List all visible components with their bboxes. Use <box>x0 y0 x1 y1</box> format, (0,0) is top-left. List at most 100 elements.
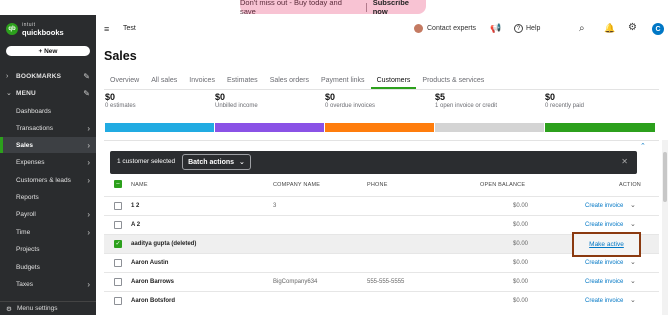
scrollbar-thumb[interactable] <box>663 152 667 202</box>
chevron-down-icon: ⌄ <box>239 159 245 166</box>
customer-name[interactable]: Aaron Barrows <box>131 279 174 285</box>
money-segment-unbilled[interactable] <box>215 123 324 132</box>
chevron-down-icon[interactable]: ⌄ <box>630 296 636 304</box>
tab-estimates[interactable]: Estimates <box>221 75 264 89</box>
sidebar-item-budgets[interactable]: Budgets <box>0 259 96 275</box>
money-bar-overdue[interactable]: $0 0 overdue invoices <box>325 92 375 109</box>
money-label: 0 overdue invoices <box>325 103 376 109</box>
chevron-right-icon: › <box>87 123 90 133</box>
money-bar-unbilled[interactable]: $0 Unbilled income <box>215 92 258 109</box>
create-invoice-link[interactable]: Create invoice <box>585 279 623 285</box>
search-icon[interactable]: ⌕ <box>579 23 585 34</box>
chevron-right-icon: › <box>87 157 90 167</box>
sidebar-item-customers-leads[interactable]: Customers & leads › <box>0 172 96 188</box>
col-name[interactable]: NAME <box>131 182 148 188</box>
col-company[interactable]: COMPANY NAME <box>273 182 320 188</box>
col-balance[interactable]: OPEN BALANCE <box>480 182 525 188</box>
tab-products-services[interactable]: Products & services <box>416 75 490 89</box>
logo-bottom-text: quickbooks <box>22 28 64 37</box>
money-bar-open[interactable]: $5 1 open invoice or credit <box>435 92 497 109</box>
sidebar-item-sales[interactable]: Sales › <box>0 137 96 153</box>
row-checkbox[interactable] <box>114 202 122 210</box>
help-button[interactable]: ? Help <box>514 24 540 33</box>
chevron-down-icon[interactable]: ⌄ <box>630 277 636 285</box>
money-amount: $5 <box>435 92 446 102</box>
menu-settings-label: Menu settings <box>17 305 58 312</box>
tab-sales-orders[interactable]: Sales orders <box>264 75 315 89</box>
make-active-button[interactable]: Make active <box>572 232 641 257</box>
create-invoice-link[interactable]: Create invoice <box>585 260 623 266</box>
create-invoice-link[interactable]: Create invoice <box>585 222 623 228</box>
pencil-icon[interactable]: ✎ <box>83 89 90 98</box>
collapse-chevron-icon[interactable]: ⌃ <box>640 142 646 150</box>
quickbooks-logo[interactable]: qb intuit quickbooks <box>6 22 64 36</box>
customer-name[interactable]: A 2 <box>131 222 140 228</box>
sidebar-item-dashboards[interactable]: Dashboards <box>0 103 96 119</box>
customer-name[interactable]: Aaron Botsford <box>131 298 175 304</box>
money-segment-overdue[interactable] <box>325 123 434 132</box>
user-avatar[interactable]: C <box>652 23 664 35</box>
active-indicator <box>0 137 3 153</box>
customer-name[interactable]: aaditya gupta (deleted) <box>131 241 196 247</box>
create-invoice-link[interactable]: Create invoice <box>585 298 623 304</box>
row-checkbox[interactable] <box>114 221 122 229</box>
sidebar-item-label: Payroll <box>16 210 36 218</box>
row-checkbox[interactable] <box>114 259 122 267</box>
chevron-down-icon[interactable]: ⌄ <box>630 201 636 209</box>
table-row[interactable]: 1 2 3 $0.00 Create invoice ⌄ <box>104 196 659 215</box>
money-segment-estimates[interactable] <box>105 123 214 132</box>
row-checkbox[interactable]: ✓ <box>114 240 122 248</box>
bell-icon[interactable]: 🔔 <box>604 23 615 34</box>
megaphone-icon[interactable]: 📢 <box>490 23 501 34</box>
sidebar-menu[interactable]: ⌄ MENU ✎ <box>0 85 96 101</box>
customer-name[interactable]: 1 2 <box>131 203 139 209</box>
chevron-down-icon[interactable]: ⌄ <box>630 258 636 266</box>
menu-toggle-icon[interactable]: ≡ <box>104 24 109 34</box>
customer-name[interactable]: Aaron Austin <box>131 260 168 266</box>
gear-icon[interactable]: ⚙ <box>628 22 637 33</box>
sidebar-item-time[interactable]: Time › <box>0 224 96 240</box>
tab-invoices[interactable]: Invoices <box>183 75 221 89</box>
tab-all-sales[interactable]: All sales <box>145 75 183 89</box>
top-bar: ≡ Test Contact experts 📢 ? Help ⌕ 🔔 ⚙ C <box>96 15 670 43</box>
tab-customers[interactable]: Customers <box>370 75 417 89</box>
table-row[interactable]: Aaron Barrows BigCompany634 555-555-5555… <box>104 272 659 291</box>
col-phone[interactable]: PHONE <box>367 182 388 188</box>
chevron-right-icon: › <box>6 72 9 80</box>
table-row[interactable]: Aaron Botsford $0.00 Create invoice ⌄ <box>104 291 659 310</box>
sidebar-item-taxes[interactable]: Taxes › <box>0 276 96 292</box>
sidebar-item-transactions[interactable]: Transactions › <box>0 120 96 136</box>
help-icon: ? <box>514 24 523 33</box>
close-icon[interactable]: ✕ <box>621 157 628 166</box>
money-segment-open[interactable] <box>435 123 544 132</box>
sidebar-bookmarks[interactable]: › BOOKMARKS ✎ <box>0 68 96 84</box>
select-all-checkbox[interactable]: – <box>114 180 122 188</box>
menu-settings[interactable]: ⚙ Menu settings <box>0 301 96 315</box>
row-checkbox[interactable] <box>114 278 122 286</box>
contact-experts-button[interactable]: Contact experts <box>414 24 476 33</box>
money-bar-paid[interactable]: $0 0 recently paid <box>545 92 584 109</box>
chevron-right-icon: › <box>87 140 90 150</box>
sidebar-bookmarks-label: BOOKMARKS <box>16 72 62 80</box>
tab-payment-links[interactable]: Payment links <box>315 75 371 89</box>
sidebar-item-expenses[interactable]: Expenses › <box>0 154 96 170</box>
sidebar-item-reports[interactable]: Reports <box>0 189 96 205</box>
chevron-right-icon: › <box>87 279 90 289</box>
chevron-down-icon[interactable]: ⌄ <box>630 220 636 228</box>
open-balance: $0.00 <box>513 260 529 266</box>
money-segment-paid[interactable] <box>545 123 655 132</box>
pencil-icon[interactable]: ✎ <box>83 72 90 81</box>
sidebar-item-payroll[interactable]: Payroll › <box>0 206 96 222</box>
promo-bar: Don't miss out - Buy today and save Subs… <box>0 0 670 16</box>
open-balance: $0.00 <box>513 203 529 209</box>
create-invoice-link[interactable]: Create invoice <box>585 203 623 209</box>
section-divider <box>104 140 659 141</box>
tab-overview[interactable]: Overview <box>104 75 145 89</box>
sidebar-item-projects[interactable]: Projects <box>0 241 96 257</box>
subscribe-now-link[interactable]: Subscribe now <box>373 0 426 16</box>
row-checkbox[interactable] <box>114 297 122 305</box>
money-bar-estimates[interactable]: $0 0 estimates <box>105 92 136 109</box>
new-button[interactable]: + New <box>6 46 90 56</box>
batch-actions-button[interactable]: Batch actions ⌄ <box>182 154 251 170</box>
sidebar-menu-label: MENU <box>16 89 36 97</box>
